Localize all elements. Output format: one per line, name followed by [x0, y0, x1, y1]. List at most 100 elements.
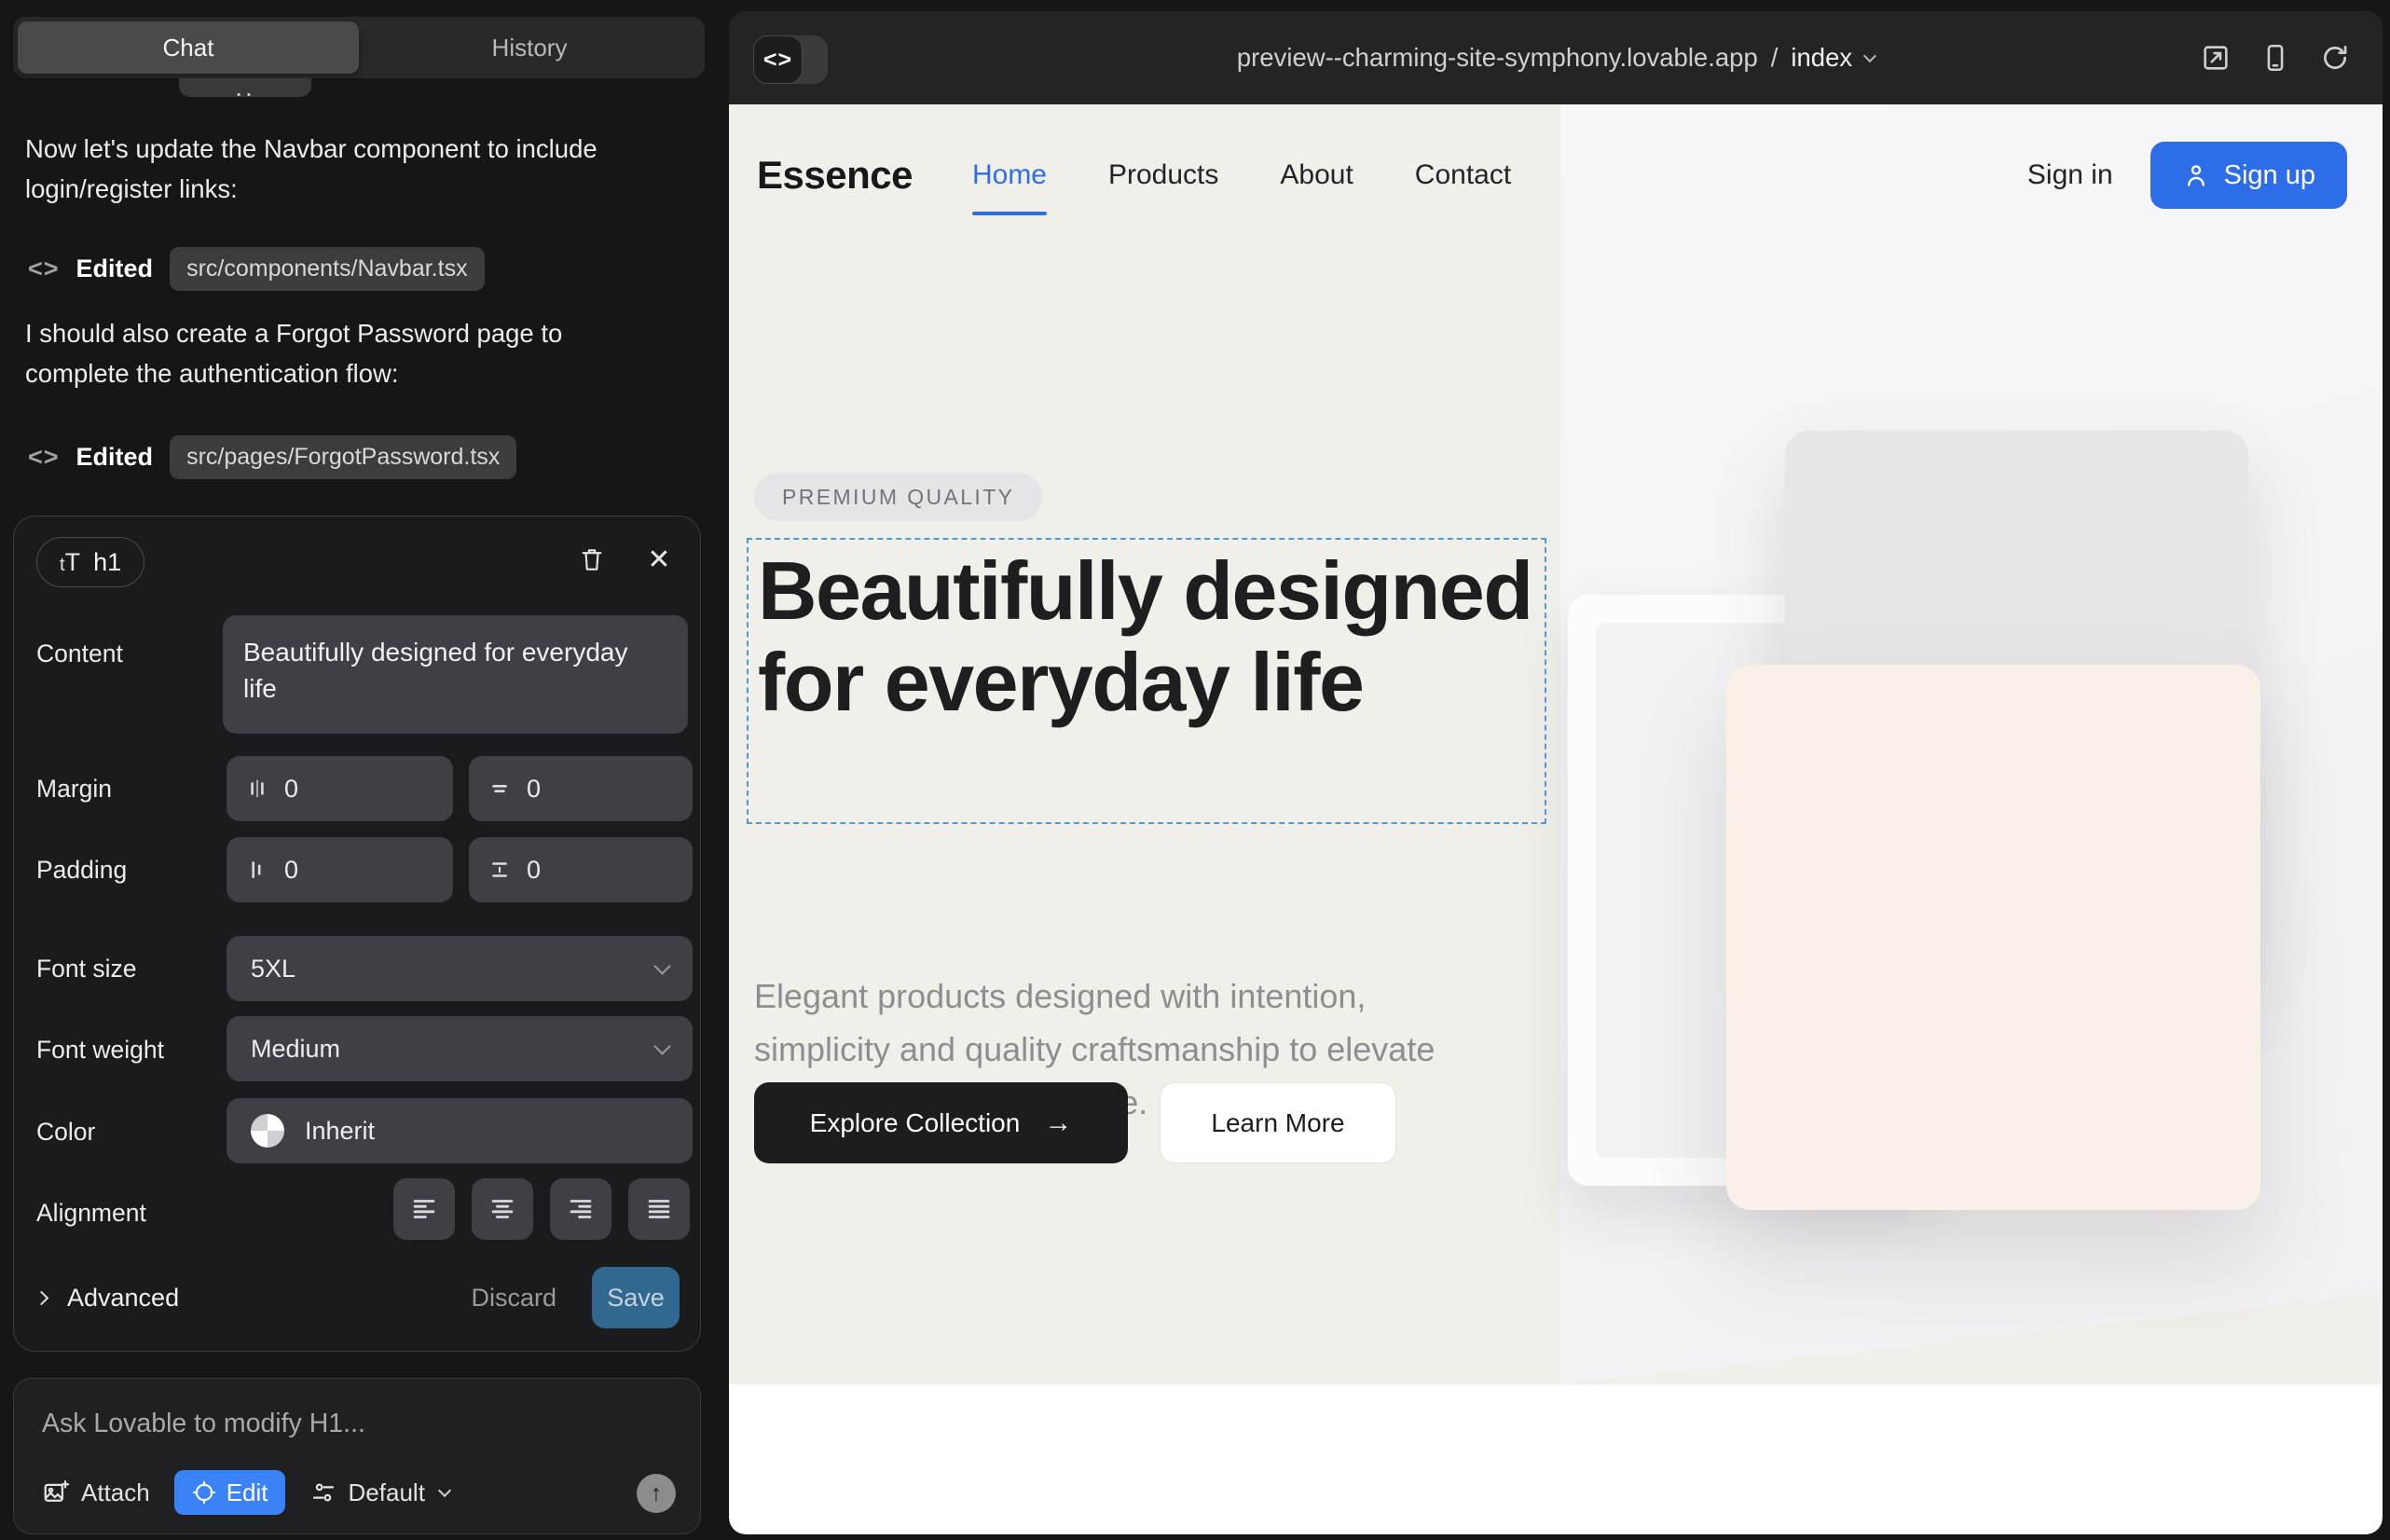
truncated-chip: ..: [179, 78, 311, 97]
font-size-value: 5XL: [251, 955, 295, 983]
margin-x-value: 0: [284, 775, 298, 804]
chevron-down-icon: [653, 957, 670, 974]
prompt-box[interactable]: Ask Lovable to modify H1... Attach: [13, 1378, 701, 1534]
color-label: Color: [36, 1118, 95, 1147]
send-button[interactable]: ↑: [637, 1474, 676, 1513]
model-default-button[interactable]: Default: [309, 1478, 449, 1507]
font-weight-select[interactable]: Medium: [227, 1016, 693, 1081]
h1-selection-outline[interactable]: Beautifully designed for everyday life: [747, 538, 1546, 824]
url-path: index: [1791, 43, 1852, 73]
margin-y-input[interactable]: 0: [469, 756, 693, 821]
color-swatch: [251, 1114, 284, 1148]
sign-up-button[interactable]: Sign up: [2150, 142, 2347, 209]
discard-button[interactable]: Discard: [471, 1284, 556, 1313]
align-center-button[interactable]: [472, 1178, 533, 1240]
color-select[interactable]: Inherit: [227, 1098, 693, 1163]
edit-label: Edit: [227, 1478, 268, 1507]
chevron-down-icon: [653, 1038, 670, 1054]
margin-horizontal-icon: [245, 777, 269, 801]
attach-button[interactable]: Attach: [42, 1478, 150, 1507]
mobile-view-button[interactable]: [2260, 42, 2291, 74]
align-center-icon: [487, 1193, 518, 1225]
site-header: Essence Home Products About Contact Sign…: [729, 104, 2383, 246]
site-viewport: Essence Home Products About Contact Sign…: [729, 104, 2383, 1534]
preview-browser-frame: <> preview--charming-site-symphony.lovab…: [729, 11, 2383, 1534]
tab-chat[interactable]: Chat: [18, 21, 359, 74]
padding-x-value: 0: [284, 856, 298, 885]
refresh-icon: [2319, 42, 2351, 74]
chat-message: I should also create a Forgot Password p…: [25, 313, 668, 393]
content-label: Content: [36, 639, 123, 668]
color-value: Inherit: [305, 1117, 375, 1146]
margin-x-input[interactable]: 0: [227, 756, 453, 821]
url-bar[interactable]: preview--charming-site-symphony.lovable.…: [729, 11, 2383, 104]
premium-quality-badge: PREMIUM QUALITY: [754, 473, 1042, 521]
site-nav: Home Products About Contact: [972, 159, 1511, 191]
align-justify-icon: [643, 1193, 675, 1225]
advanced-row: Advanced Discard Save: [36, 1267, 680, 1328]
padding-vertical-icon: [488, 858, 512, 882]
attach-label: Attach: [81, 1478, 150, 1507]
chat-message: Now let's update the Navbar component to…: [25, 129, 668, 209]
hero-heading[interactable]: Beautifully designed for everyday life: [749, 540, 1536, 728]
code-icon: <>: [28, 443, 60, 472]
edited-label: Edited: [76, 443, 154, 472]
explore-collection-button[interactable]: Explore Collection →: [754, 1082, 1128, 1163]
decorative-card-beige: [1726, 665, 2260, 1210]
nav-link-contact[interactable]: Contact: [1415, 159, 1511, 191]
user-icon: [2182, 161, 2210, 189]
padding-label: Padding: [36, 856, 127, 885]
nav-link-products[interactable]: Products: [1108, 159, 1218, 191]
content-input[interactable]: Beautifully designed for everyday life: [223, 615, 688, 734]
refresh-button[interactable]: [2319, 42, 2351, 74]
padding-y-input[interactable]: 0: [469, 837, 693, 902]
delete-element-button[interactable]: [573, 541, 611, 578]
margin-label: Margin: [36, 775, 112, 804]
chat-history-tabbar: Chat History: [13, 17, 705, 78]
selected-element-pill[interactable]: tT h1: [36, 537, 144, 587]
font-size-select[interactable]: 5XL: [227, 936, 693, 1001]
cta-row: Explore Collection → Learn More: [754, 1082, 1396, 1163]
chat-panel: Chat History .. Now let's update the Nav…: [0, 0, 718, 1540]
open-in-new-tab-button[interactable]: [2200, 42, 2232, 74]
font-size-label: Font size: [36, 955, 137, 983]
sign-up-label: Sign up: [2224, 160, 2315, 191]
alignment-group: [393, 1178, 690, 1240]
sliders-icon: [309, 1478, 337, 1506]
hero-section: Essence Home Products About Contact Sign…: [729, 104, 2383, 1384]
align-justify-button[interactable]: [628, 1178, 690, 1240]
nav-link-home[interactable]: Home: [972, 159, 1047, 191]
edited-label: Edited: [76, 254, 154, 283]
chevron-right-icon: [34, 1290, 49, 1305]
url-host: preview--charming-site-symphony.lovable.…: [1237, 43, 1758, 73]
explore-collection-label: Explore Collection: [810, 1108, 1021, 1138]
align-left-icon: [408, 1193, 440, 1225]
advanced-toggle[interactable]: Advanced: [67, 1284, 471, 1313]
site-logo[interactable]: Essence: [757, 153, 913, 198]
prompt-input[interactable]: Ask Lovable to modify H1...: [42, 1409, 365, 1439]
element-tag-label: h1: [93, 548, 121, 577]
learn-more-button[interactable]: Learn More: [1160, 1082, 1396, 1163]
url-slash: /: [1771, 43, 1779, 73]
default-label: Default: [349, 1478, 425, 1507]
tab-history[interactable]: History: [359, 21, 700, 74]
align-left-button[interactable]: [393, 1178, 455, 1240]
file-chip[interactable]: src/pages/ForgotPassword.tsx: [170, 435, 516, 479]
external-link-icon: [2200, 42, 2232, 74]
chevron-down-icon: [1863, 48, 1876, 62]
nav-link-about[interactable]: About: [1280, 159, 1353, 191]
save-button[interactable]: Save: [592, 1267, 680, 1328]
align-right-icon: [565, 1193, 597, 1225]
truncated-chip-dots: ..: [235, 85, 255, 90]
element-editor-panel: tT h1 ✕ Content Beautifully designed for…: [13, 516, 701, 1352]
sign-in-link[interactable]: Sign in: [2027, 159, 2113, 191]
edited-file-row: <> Edited src/components/Navbar.tsx: [28, 242, 485, 295]
file-chip[interactable]: src/components/Navbar.tsx: [170, 247, 485, 291]
arrow-up-icon: ↑: [651, 1480, 663, 1507]
close-editor-button[interactable]: ✕: [640, 541, 678, 578]
edit-mode-button[interactable]: Edit: [174, 1470, 285, 1515]
align-right-button[interactable]: [550, 1178, 611, 1240]
padding-x-input[interactable]: 0: [227, 837, 453, 902]
code-icon: <>: [28, 254, 60, 283]
edited-file-row: <> Edited src/pages/ForgotPassword.tsx: [28, 431, 516, 483]
